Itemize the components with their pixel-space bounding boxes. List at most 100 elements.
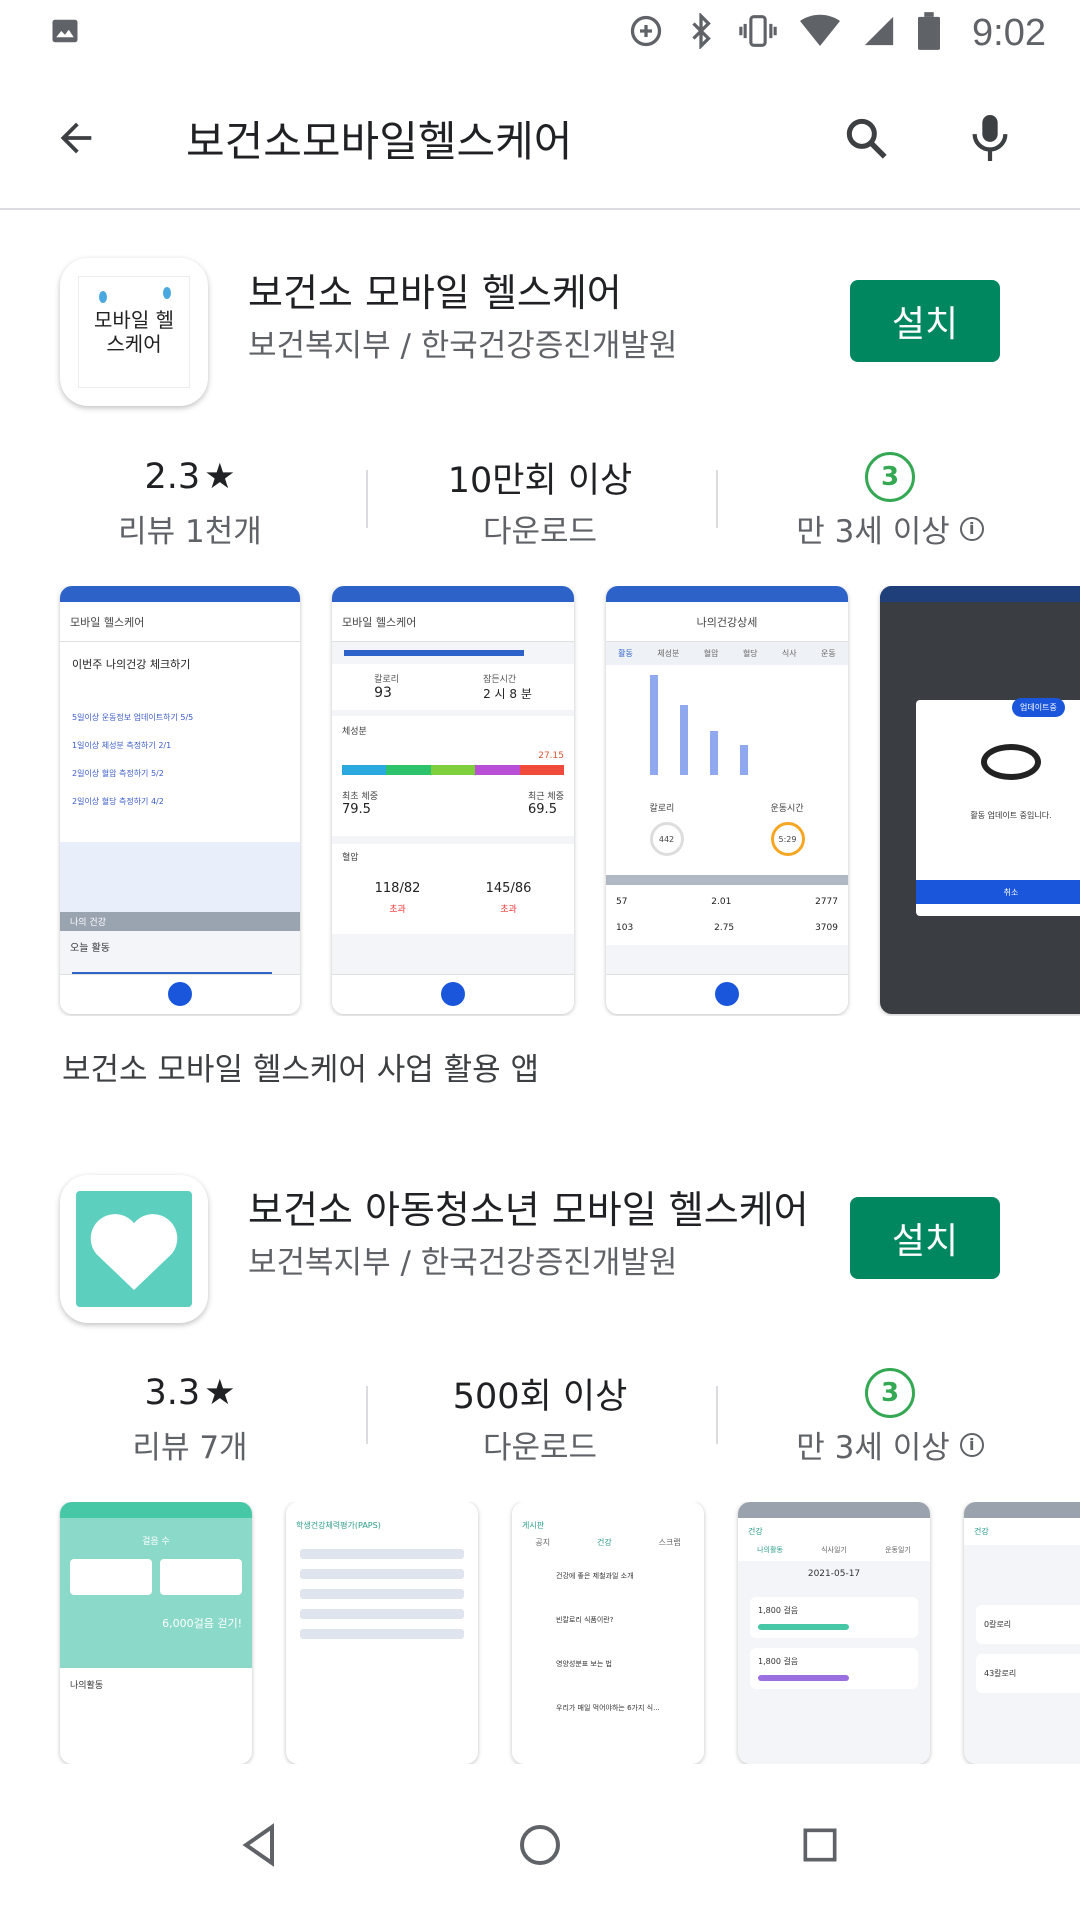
app-screenshot[interactable]: 나의건강상세 활동 체성분 혈압 혈당 식사 운동 칼로리 442 운동시간 5:2… — [606, 586, 848, 1014]
recents-square-icon[interactable] — [770, 1795, 870, 1895]
shot-update-message: 활동 업데이트 중입니다. — [970, 811, 1052, 820]
downloads-label: 다운로드 — [482, 1430, 598, 1466]
rating-stat: 3.3 ★ 리뷰 7개 — [90, 1368, 290, 1467]
shot-bp-status: 초과 — [500, 905, 517, 915]
shot-post: 빈칼로리 식품이란? — [556, 1616, 614, 1624]
shot-min-value: 79.5 — [342, 802, 371, 817]
shot-cur-value: 69.5 — [528, 802, 557, 817]
shot-checklist-item: 5일이상 운동정보 업데이트하기 5/5 — [72, 713, 194, 722]
shot-checklist-item: 2일이상 혈압 측정하기 5/2 — [72, 769, 164, 778]
shot-value: 43칼로리 — [976, 1654, 1080, 1693]
battery-icon — [918, 12, 941, 54]
search-icon[interactable] — [826, 98, 906, 178]
shot-cal-label: 칼로리 — [649, 804, 675, 814]
review-count: 리뷰 7개 — [132, 1430, 248, 1466]
app-icon-text: 모바일 헬스케어 — [94, 308, 174, 356]
app-screenshot[interactable]: 모바일 헬스케어 칼로리 93 잠든시간 2 시 8 분 체성분 27.15 최초 … — [332, 586, 574, 1014]
shot-title: 나의건강상세 — [696, 616, 758, 629]
app-screenshot[interactable]: 학생건강체력평가(PAPS) — [286, 1502, 478, 1764]
rating-value: 2.3 — [144, 457, 201, 497]
app-stats: 2.3 ★ 리뷰 1천개 10만회 이상 다운로드 3 만 3세 이상 i — [0, 452, 1080, 572]
app-name[interactable]: 보건소 모바일 헬스케어 — [248, 262, 622, 317]
shot-section: 나의 건강 — [60, 912, 300, 931]
app-screenshot[interactable]: 업데이트중 활동 업데이트 중입니다. 취소 — [880, 586, 1080, 1014]
age-rating-badge: 3 — [865, 1368, 915, 1418]
screenshot-carousel[interactable]: 걸음 수 6,000걸음 걷기! 나의활동 학생건강체력평가(PAPS) 게시판… — [0, 1502, 1080, 1764]
shot-bp-value: 118/82 — [374, 881, 421, 896]
heart-app-icon[interactable] — [60, 1175, 208, 1323]
app-description: 보건소 모바일 헬스케어 사업 활용 앱 — [62, 1052, 540, 1088]
app-name[interactable]: 보건소 아동청소년 모바일 헬스케어 — [248, 1179, 809, 1234]
screenshot-carousel[interactable]: 모바일 헬스케어 이번주 나의건강 체크하기 5일이상 운동정보 업데이트하기 … — [0, 586, 1080, 1016]
shot-tab: 스크랩 — [658, 1538, 681, 1547]
shot-checklist-item: 2일이상 혈당 측정하기 4/2 — [72, 797, 164, 806]
shot-tab: 운동일기 — [885, 1546, 911, 1554]
shot-exercise-label: 운동시간 — [770, 804, 804, 814]
install-button[interactable]: 설치 — [850, 1197, 1000, 1279]
shot-update-badge: 업데이트중 — [1012, 698, 1065, 717]
shot-tab: 식사일기 — [821, 1546, 847, 1554]
age-stat: 3 만 3세 이상 i — [770, 452, 1010, 551]
app-card[interactable]: 모바일 헬스케어 보건소 모바일 헬스케어 보건복지부 / 한국건강증진개발원 … — [0, 248, 1080, 408]
star-icon: ★ — [204, 1373, 236, 1413]
age-stat: 3 만 3세 이상 i — [770, 1368, 1010, 1467]
info-icon[interactable]: i — [959, 1432, 984, 1457]
downloads-stat: 500회 이상 다운로드 — [420, 1368, 660, 1467]
shot-bp-label: 혈압 — [342, 853, 359, 863]
stat-divider — [716, 1386, 718, 1444]
app-screenshot[interactable]: 모바일 헬스케어 이번주 나의건강 체크하기 5일이상 운동정보 업데이트하기 … — [60, 586, 300, 1014]
review-count: 리뷰 1천개 — [118, 514, 262, 550]
stat-divider — [366, 1386, 368, 1444]
app-developer[interactable]: 보건복지부 / 한국건강증진개발원 — [248, 320, 677, 365]
shot-title: 게시판 — [522, 1521, 545, 1530]
app-icon-calligraphy[interactable]: 모바일 헬스케어 — [60, 258, 208, 406]
smartband-image — [981, 744, 1041, 780]
image-icon — [50, 16, 80, 50]
signal-icon — [862, 14, 896, 52]
shot-title: 모바일 헬스케어 — [342, 616, 417, 629]
search-query[interactable]: 보건소모바일헬스케어 — [186, 108, 826, 169]
app-screenshot[interactable]: 게시판 공지 건강 스크랩 건강에 좋은 제철과일 소개 빈칼로리 식품이란? … — [512, 1502, 704, 1764]
shot-row-value: 2777 — [815, 897, 838, 907]
back-arrow-icon[interactable] — [36, 98, 116, 178]
system-nav-bar — [0, 1770, 1080, 1920]
app-screenshot[interactable]: 건강 나의활동 식사일기 운동일기 2021-05-17 1,800 걸음 1,… — [738, 1502, 930, 1764]
info-icon[interactable]: i — [959, 516, 984, 541]
shot-row-value: 103 — [616, 923, 634, 933]
shot-activity: 나의활동 — [70, 1681, 104, 1691]
shot-title: 건강 — [964, 1518, 1080, 1545]
age-rating-badge: 3 — [865, 452, 915, 502]
shot-tab: 활동 — [618, 649, 633, 658]
app-card[interactable]: 보건소 아동청소년 모바일 헬스케어 보건복지부 / 한국건강증진개발원 설치 — [0, 1165, 1080, 1325]
shot-heading: 이번주 나의건강 체크하기 — [72, 658, 191, 671]
shot-time-ring: 5:29 — [770, 822, 805, 856]
shot-title: 학생건강체력평가(PAPS) — [296, 1521, 381, 1530]
shot-date: 2021-05-17 — [807, 1569, 861, 1579]
app-screenshot[interactable]: 건강 0칼로리 43칼로리 — [964, 1502, 1080, 1764]
shot-post: 건강에 좋은 제철과일 소개 — [556, 1572, 634, 1580]
app-screenshot[interactable]: 걸음 수 6,000걸음 걷기! 나의활동 — [60, 1502, 252, 1764]
shot-sleep-label: 잠든시간 — [483, 675, 517, 685]
data-saver-icon — [628, 13, 664, 53]
shot-cur-label: 최근 체중 — [528, 792, 564, 802]
shot-steps: 1,800 걸음 — [758, 1606, 799, 1615]
app-stats: 3.3 ★ 리뷰 7개 500회 이상 다운로드 3 만 3세 이상 i — [0, 1368, 1080, 1488]
shot-bar-chart — [606, 665, 848, 795]
mic-icon[interactable] — [950, 98, 1030, 178]
app-developer[interactable]: 보건복지부 / 한국건강증진개발원 — [248, 1237, 677, 1282]
search-header: 보건소모바일헬스케어 — [0, 68, 1080, 210]
rating-stat: 2.3 ★ 리뷰 1천개 — [90, 452, 290, 551]
cloud-illustration — [60, 842, 300, 912]
shot-value: 0칼로리 — [976, 1605, 1080, 1644]
shot-title: 걸음 수 — [142, 1537, 170, 1547]
back-triangle-icon[interactable] — [210, 1795, 310, 1895]
shot-post: 영양성분표 보는 법 — [556, 1660, 612, 1668]
shot-title: 모바일 헬스케어 — [70, 616, 145, 629]
shot-tab: 혈당 — [742, 649, 758, 658]
install-button[interactable]: 설치 — [850, 280, 1000, 362]
downloads-label: 다운로드 — [482, 514, 598, 550]
home-circle-icon[interactable] — [490, 1795, 590, 1895]
shot-tab: 체성분 — [657, 649, 680, 658]
rating-value: 3.3 — [144, 1373, 201, 1413]
shot-tab: 건강 — [596, 1538, 612, 1547]
